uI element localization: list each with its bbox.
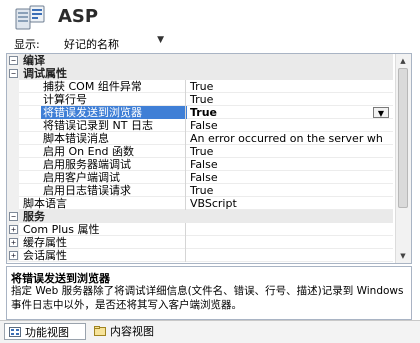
property-row[interactable]: 捕获 COM 组件异常 True <box>7 80 393 93</box>
property-row[interactable]: 启用日志错误请求 True <box>7 184 393 197</box>
collapse-icon[interactable]: − <box>9 69 18 78</box>
property-value[interactable]: False <box>185 158 393 171</box>
row-gutter <box>7 171 19 184</box>
expand-icon[interactable]: + <box>9 225 18 234</box>
page-title: ASP <box>58 6 99 27</box>
property-value[interactable]: False <box>185 119 393 132</box>
tab-content-view-label: 内容视图 <box>110 325 154 338</box>
content-view-icon <box>94 326 106 336</box>
feature-view-icon <box>9 327 21 337</box>
property-row[interactable]: 计算行号 True <box>7 93 393 106</box>
tab-feature-view-label: 功能视图 <box>25 326 69 339</box>
chevron-down-icon: ▼ <box>157 35 164 45</box>
property-value[interactable]: True <box>185 80 393 93</box>
property-value-empty <box>185 223 393 236</box>
display-label: 显示: <box>14 38 40 51</box>
property-row[interactable]: + 缓存属性 <box>7 236 393 249</box>
property-name: 启用服务器端调试 <box>43 158 131 171</box>
property-grid: − 编译 − 调试属性 捕获 COM 组件异常 True 计算行号 True 将错误发送到浏览器… <box>6 53 412 264</box>
property-name: 脚本语言 <box>23 197 67 210</box>
property-value-empty <box>185 210 393 223</box>
description-text: 指定 Web 服务器除了将调试详细信息(文件名、错误、行号、描述)记录到 Win… <box>11 285 404 311</box>
property-row[interactable]: 启用服务器端调试 False <box>7 158 393 171</box>
row-gutter <box>7 184 19 197</box>
row-gutter <box>7 158 19 171</box>
property-value-empty <box>185 236 393 249</box>
scroll-down-icon[interactable]: ▼ <box>397 250 409 262</box>
tab-content-view[interactable]: 内容视图 <box>90 323 172 340</box>
property-name: 调试属性 <box>23 67 67 80</box>
property-row[interactable]: + 会话属性 <box>7 249 393 262</box>
category-row[interactable]: − 调试属性 <box>7 67 393 80</box>
property-name: 缓存属性 <box>23 236 67 249</box>
row-gutter <box>7 132 19 145</box>
property-name: 将错误记录到 NT 日志 <box>43 119 153 132</box>
row-gutter <box>7 145 19 158</box>
property-row[interactable]: 将错误发送到浏览器 True ▼ <box>7 106 393 119</box>
scroll-up-icon[interactable]: ▲ <box>397 55 409 67</box>
display-mode-value: 好记的名称 <box>64 38 119 51</box>
property-value[interactable]: False <box>185 171 393 184</box>
header: ASP <box>0 0 420 34</box>
row-gutter <box>7 93 19 106</box>
row-gutter <box>7 197 19 210</box>
property-row[interactable]: 启用 On End 函数 True <box>7 145 393 158</box>
server-settings-icon <box>15 5 45 30</box>
property-row[interactable]: + Com Plus 属性 <box>7 223 393 236</box>
property-row[interactable]: 脚本错误消息 An error occurred on the server wh <box>7 132 393 145</box>
display-mode-select[interactable]: 好记的名称 ▼ <box>54 34 168 51</box>
row-gutter <box>7 106 19 119</box>
property-name: 启用 On End 函数 <box>43 145 135 158</box>
property-value[interactable]: True <box>185 184 393 197</box>
scroll-thumb[interactable] <box>398 68 408 208</box>
value-dropdown-button[interactable]: ▼ <box>373 107 389 118</box>
property-row[interactable]: 将错误记录到 NT 日志 False <box>7 119 393 132</box>
description-panel: 将错误发送到浏览器 指定 Web 服务器除了将调试详细信息(文件名、错误、行号、… <box>6 266 412 320</box>
vertical-scrollbar[interactable]: ▲ ▼ <box>395 54 411 263</box>
property-row[interactable]: 脚本语言 VBScript <box>7 197 393 210</box>
category-row[interactable]: − 编译 <box>7 54 393 67</box>
property-value[interactable]: True <box>185 106 393 119</box>
property-name: 启用日志错误请求 <box>43 184 131 197</box>
view-tab-bar: 功能视图 内容视图 <box>0 320 420 343</box>
property-row[interactable]: 启用客户端调试 False <box>7 171 393 184</box>
property-name: 捕获 COM 组件异常 <box>43 80 142 93</box>
collapse-icon[interactable]: − <box>9 56 18 65</box>
property-value-empty <box>185 249 393 262</box>
property-value[interactable]: VBScript <box>185 197 393 210</box>
property-value-empty <box>185 67 393 80</box>
property-name: 脚本错误消息 <box>43 132 109 145</box>
collapse-icon[interactable]: − <box>9 212 18 221</box>
row-gutter <box>7 80 19 93</box>
property-value[interactable]: True <box>185 145 393 158</box>
property-name: 启用客户端调试 <box>43 171 120 184</box>
expand-icon[interactable]: + <box>9 251 18 260</box>
display-bar: 显示: 好记的名称 ▼ <box>8 34 408 52</box>
property-value-empty <box>185 54 393 67</box>
property-value[interactable]: True <box>185 93 393 106</box>
property-name: Com Plus 属性 <box>23 223 100 236</box>
property-name: 计算行号 <box>43 93 87 106</box>
property-value[interactable]: An error occurred on the server wh <box>185 132 393 145</box>
tab-feature-view[interactable]: 功能视图 <box>4 323 86 340</box>
property-name: 服务 <box>23 210 45 223</box>
property-name: 将错误发送到浏览器 <box>41 106 187 119</box>
property-name: 编译 <box>23 54 45 67</box>
row-gutter <box>7 119 19 132</box>
expand-icon[interactable]: + <box>9 238 18 247</box>
property-name: 会话属性 <box>23 249 67 262</box>
category-row[interactable]: − 服务 <box>7 210 393 223</box>
